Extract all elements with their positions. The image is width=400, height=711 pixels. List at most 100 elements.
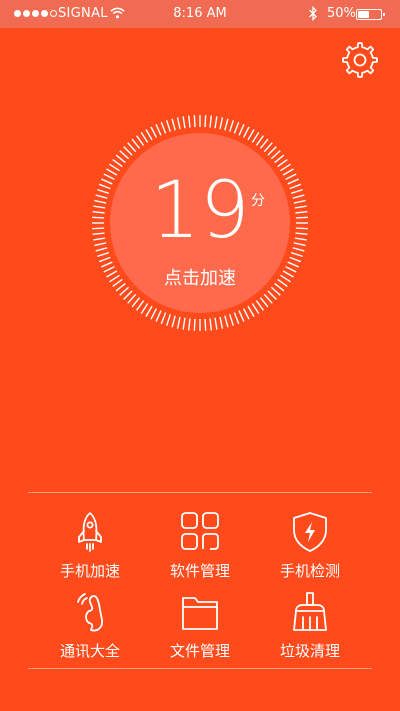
tool-phone-check[interactable]: 手机检测	[250, 510, 370, 588]
dial-tick	[97, 188, 109, 194]
dial-tick	[92, 227, 105, 230]
dial-tick	[193, 318, 196, 331]
dial-tick	[127, 293, 137, 304]
dial-tick	[294, 237, 307, 241]
speed-dial: 19 分 点击加速	[90, 113, 310, 333]
dial-tick	[209, 318, 212, 331]
dial-tick	[140, 303, 149, 314]
dial-tick	[119, 150, 130, 160]
dial-tick	[131, 297, 141, 308]
divider-top	[28, 492, 372, 493]
dial-tick	[292, 247, 305, 252]
dial-tick	[145, 305, 153, 317]
dial-tick	[150, 126, 158, 138]
dial-tick	[98, 256, 111, 263]
boost-button[interactable]: 19 分 点击加速	[110, 133, 290, 313]
tool-app-manager[interactable]: 软件管理	[140, 510, 260, 588]
dial-tick	[289, 183, 302, 190]
dial-tick	[293, 242, 306, 247]
dial-tick	[233, 121, 240, 134]
dial-tick	[95, 194, 108, 199]
dial-tick	[295, 227, 308, 230]
dial-tick	[263, 142, 273, 153]
dial-tick	[92, 232, 105, 235]
dial-tick	[92, 211, 105, 214]
dial-tick	[294, 205, 307, 209]
dial-tick	[214, 116, 218, 129]
dial-tick	[165, 314, 171, 326]
dial-tick	[98, 183, 111, 190]
dial-tick	[259, 297, 269, 308]
dial-tick	[127, 142, 137, 153]
dial-tick	[182, 317, 186, 330]
dial-tick	[204, 318, 207, 331]
dial-tick	[247, 129, 255, 141]
dial-tick	[165, 120, 171, 132]
dial-tick	[277, 158, 288, 168]
dial-tick	[188, 115, 191, 128]
dial-tick	[295, 211, 308, 214]
dial-tick	[150, 308, 158, 320]
dial-tick	[176, 117, 181, 130]
dial-tick	[238, 124, 245, 136]
dial-tick	[145, 129, 153, 141]
dial-tick	[270, 150, 281, 160]
dial-tick	[242, 308, 250, 320]
dial-tick	[131, 138, 141, 149]
tool-junk-clean[interactable]: 垃圾清理	[250, 590, 370, 668]
dial-tick	[95, 247, 108, 252]
tool-file-manager[interactable]: 文件管理	[140, 590, 260, 668]
dial-tick	[155, 124, 162, 136]
dial-tick	[219, 117, 224, 130]
dial-tick	[267, 146, 277, 156]
dial-tick	[92, 216, 105, 219]
dial-tick	[263, 293, 273, 304]
dial-tick	[214, 317, 218, 330]
dial-tick	[94, 199, 107, 204]
battery-icon	[356, 9, 385, 20]
phone-icon	[77, 593, 103, 632]
dial-tick	[171, 315, 176, 328]
dial-tick	[255, 135, 265, 146]
dial-tick	[291, 252, 303, 258]
dial-tick	[204, 115, 207, 128]
dial-tick	[155, 310, 162, 322]
settings-gear-icon[interactable]	[340, 40, 380, 80]
dial-tick	[267, 290, 277, 300]
dial-tick	[219, 316, 224, 329]
dial-tick	[123, 290, 133, 300]
dial-tick	[224, 118, 229, 131]
broom-icon	[293, 592, 327, 631]
dial-tick	[160, 312, 167, 325]
tool-label: 手机加速	[59, 562, 120, 580]
dial-tick	[295, 216, 308, 219]
bluetooth-icon	[309, 6, 317, 21]
tool-phone-boost[interactable]: 手机加速	[30, 510, 150, 588]
battery-percentage: 50%	[327, 6, 356, 21]
score-value: 19	[150, 166, 250, 256]
dial-tick	[229, 314, 235, 326]
divider-bottom	[28, 668, 372, 669]
dial-tick	[293, 199, 306, 204]
dial-tick	[176, 316, 181, 329]
dial-tick	[292, 194, 305, 199]
dial-tick	[115, 154, 126, 164]
app-grid-icon	[181, 512, 219, 550]
dial-tick	[140, 132, 149, 143]
dial-tick	[188, 318, 191, 331]
dial-tick	[238, 310, 245, 322]
dial-tick	[247, 305, 255, 317]
dial-tick	[160, 121, 167, 134]
dial-tick	[193, 115, 196, 128]
tool-label: 通讯大全	[59, 642, 120, 660]
dial-tick	[135, 300, 145, 311]
dial-tick	[182, 116, 186, 129]
tool-label: 手机检测	[279, 562, 340, 580]
tool-contacts[interactable]: 通讯大全	[30, 590, 150, 668]
shield-icon	[293, 512, 327, 552]
dial-tick	[97, 252, 109, 258]
dial-tick	[289, 256, 302, 263]
dial-tick	[295, 232, 308, 235]
dial-tick	[259, 138, 269, 149]
dial-tick	[123, 146, 133, 156]
